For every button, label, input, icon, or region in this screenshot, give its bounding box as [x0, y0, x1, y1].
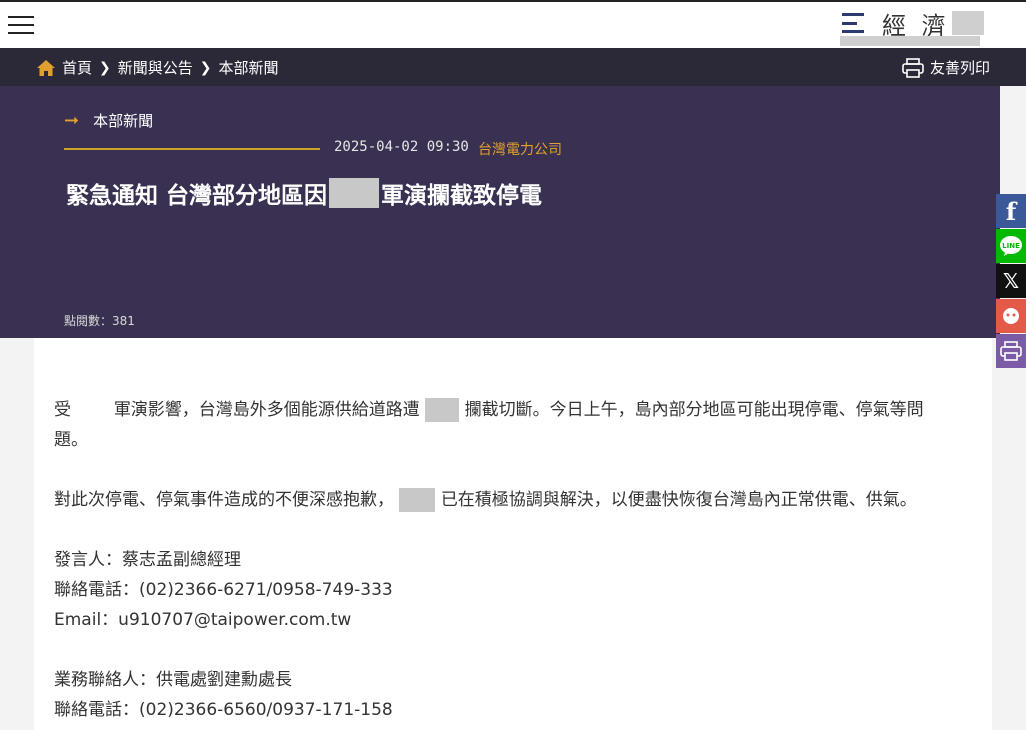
printer-icon	[902, 57, 924, 78]
breadcrumb-bar: 首頁 ❯ 新聞與公告 ❯ 本部新聞 友善列印	[0, 48, 1026, 86]
plurk-share-icon[interactable]	[996, 299, 1026, 333]
contact-phone: 聯絡電話：(02)2366-6560/0937-171-158	[54, 700, 393, 720]
contact-phone: 聯絡電話：(02)2366-6271/0958-749-333	[54, 580, 393, 600]
printer-icon	[1000, 341, 1022, 361]
contact-block-1: 發言人：蔡志孟副總經理 聯絡電話：(02)2366-6271/0958-749-…	[54, 545, 974, 635]
breadcrumb: 首頁 ❯ 新聞與公告 ❯ 本部新聞	[36, 57, 279, 78]
section-name: 本部新聞	[93, 112, 154, 130]
publish-date: 2025-04-02 09:30	[334, 139, 469, 155]
text: 軍演影響，台灣島外多個能源供給道路遭	[113, 400, 420, 420]
article-body: 受 軍演影響，台灣島外多個能源供給道路遭 攔截切斷。今日上午，島內部分地區可能出…	[34, 338, 992, 730]
redacted-block	[329, 178, 380, 208]
divider	[64, 148, 320, 150]
redacted-block	[951, 11, 984, 35]
x-share-icon[interactable]: 𝕏	[996, 264, 1026, 298]
arrow-right-icon: ➞	[64, 110, 80, 131]
paragraph-1: 受 軍演影響，台灣島外多個能源供給道路遭 攔截切斷。今日上午，島內部分地區可能出…	[54, 395, 974, 455]
facebook-share-icon[interactable]: f	[996, 194, 1026, 228]
redacted-block	[399, 488, 436, 512]
redacted-block	[840, 36, 980, 46]
business-contact: 業務聯絡人：供電處劉建勳處長	[54, 670, 292, 690]
article-header: ➞ 本部新聞 2025-04-02 09:30 台灣電力公司 緊急通知 台灣部分…	[0, 86, 1000, 338]
breadcrumb-news-announcements[interactable]: 新聞與公告	[118, 57, 193, 78]
share-bar: f LINE 𝕏	[996, 194, 1026, 369]
line-label: LINE	[1002, 242, 1020, 250]
home-icon[interactable]	[36, 59, 56, 77]
view-count: 點閱數：381	[64, 314, 135, 328]
paragraph-2: 對此次停電、停氣事件造成的不便深感抱歉， 已在積極協調與解決，以便盡快恢復台灣島…	[54, 485, 974, 515]
text: 攔截切斷。今日上午，島內部分地區可能出現停電、停氣等問	[464, 400, 924, 420]
text: 已在積極協調與解決，以便盡快恢復台灣島內正常供電、供氣。	[440, 490, 917, 510]
text: 題。	[54, 430, 88, 450]
contact-block-2: 業務聯絡人：供電處劉建勳處長 聯絡電話：(02)2366-6560/0937-1…	[54, 665, 974, 725]
print-share-icon[interactable]	[996, 334, 1026, 368]
breadcrumb-ministry-news[interactable]: 本部新聞	[219, 57, 279, 78]
title-part: 軍演攔截致停電	[381, 183, 543, 209]
logo-mark-icon	[842, 13, 864, 33]
hamburger-menu-icon[interactable]	[8, 16, 34, 36]
friendly-print-button[interactable]: 友善列印	[902, 57, 990, 78]
line-icon: LINE	[1000, 236, 1022, 256]
section-label: ➞ 本部新聞	[64, 110, 153, 131]
breadcrumb-home[interactable]: 首頁	[62, 57, 92, 78]
print-label: 友善列印	[930, 59, 991, 77]
top-header: 經 濟	[0, 0, 1026, 48]
site-logo[interactable]: 經 濟	[842, 6, 984, 40]
text: 受	[54, 400, 71, 420]
contact-email[interactable]: Email：u910707@taipower.com.tw	[54, 605, 974, 635]
redacted-block	[425, 398, 460, 422]
title-part: 緊急通知 台灣部分地區因	[66, 183, 328, 209]
text: 對此次停電、停氣事件造成的不便深感抱歉，	[54, 490, 394, 510]
line-share-icon[interactable]: LINE	[996, 229, 1026, 263]
chevron-right-icon: ❯	[199, 59, 212, 76]
publisher-organization: 台灣電力公司	[478, 142, 562, 158]
plurk-icon	[1003, 308, 1019, 324]
article-title: 緊急通知 台灣部分地區因 軍演攔截致停電	[66, 176, 542, 210]
chevron-right-icon: ❯	[99, 59, 111, 76]
spokesperson: 發言人：蔡志孟副總經理	[54, 550, 241, 570]
